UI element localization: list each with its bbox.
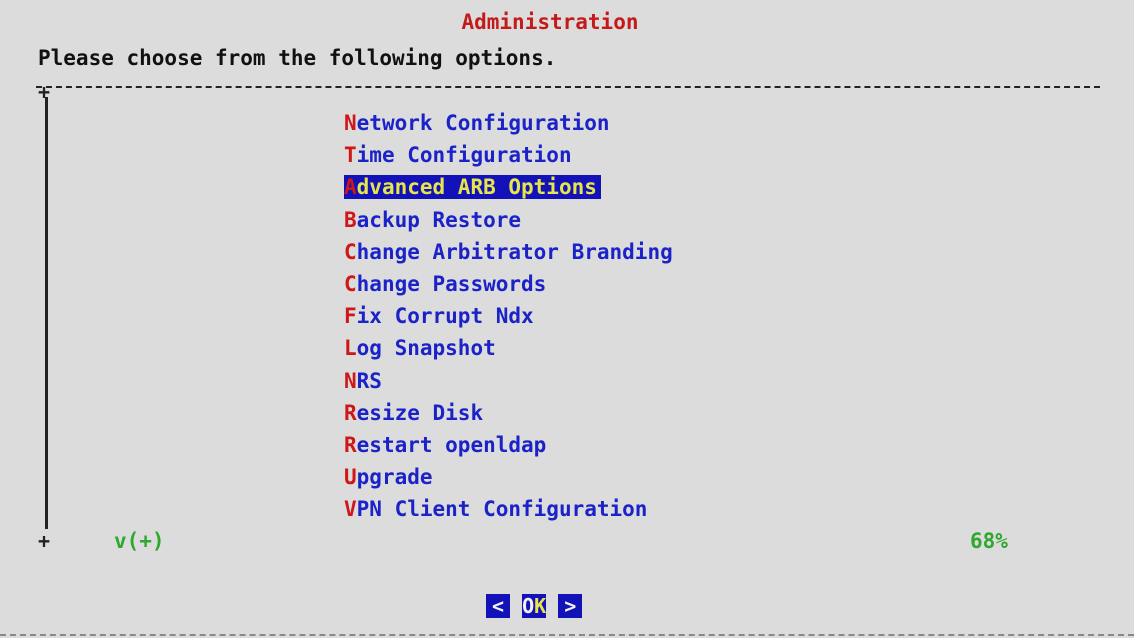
menu-item-hotkey: T xyxy=(344,143,357,168)
menu-item-label: Advanced ARB Options xyxy=(344,175,601,200)
ok-button[interactable]: < OK > xyxy=(486,593,583,619)
menu-item-hotkey: C xyxy=(344,239,357,264)
admin-dialog: Administration Please choose from the fo… xyxy=(0,0,1134,638)
dialog-bottom-border xyxy=(0,634,1134,636)
menu-frame-corner-bottom: + xyxy=(38,529,51,553)
menu-item-label: Restart openldap xyxy=(344,433,546,457)
menu-item-text: RS xyxy=(356,368,382,393)
menu-item-label: Log Snapshot xyxy=(344,336,496,360)
menu-item-text: og Snapshot xyxy=(356,336,496,361)
menu-item[interactable]: Upgrade xyxy=(344,461,673,493)
dialog-title: Administration xyxy=(461,10,639,34)
menu-item-hotkey: V xyxy=(344,497,357,522)
menu-item-hotkey: A xyxy=(344,175,357,200)
menu-item-hotkey: F xyxy=(344,304,357,329)
menu-item[interactable]: Fix Corrupt Ndx xyxy=(344,300,673,332)
menu-item-text: hange Arbitrator Branding xyxy=(356,239,673,264)
menu-item-label: Fix Corrupt Ndx xyxy=(344,304,534,328)
ok-button-label-o: O xyxy=(522,594,535,618)
options-menu: Network Configuration Time Configuration A… xyxy=(344,107,673,525)
menu-item-text: PN Client Configuration xyxy=(356,497,648,522)
menu-item[interactable]: Restart openldap xyxy=(344,429,673,461)
ok-button-right-bracket: > xyxy=(558,594,583,618)
menu-item-text: ix Corrupt Ndx xyxy=(356,304,534,329)
menu-item-hotkey: B xyxy=(344,207,357,232)
menu-item[interactable]: Backup Restore xyxy=(344,204,673,236)
menu-item-hotkey: N xyxy=(344,111,357,135)
menu-item-label: Time Configuration xyxy=(344,143,572,167)
menu-item-text: esize Disk xyxy=(356,400,484,425)
menu-item-text: pgrade xyxy=(356,465,433,490)
menu-item-text: estart openldap xyxy=(356,432,547,457)
menu-item[interactable]: Time Configuration xyxy=(344,139,673,171)
menu-frame-left-border xyxy=(45,97,48,529)
menu-item-text: hange Passwords xyxy=(356,271,547,296)
menu-item-label: Network Configuration xyxy=(344,111,610,135)
menu-item-text: ackup Restore xyxy=(356,207,522,232)
menu-item[interactable]: Network Configuration xyxy=(344,107,673,139)
menu-frame-top-border xyxy=(36,86,1100,88)
ok-button-label-k: K xyxy=(534,594,547,618)
menu-item-hotkey: N xyxy=(344,368,357,393)
menu-item-label: Backup Restore xyxy=(344,208,521,232)
menu-item-text: ime Configuration xyxy=(356,143,572,168)
ok-button-left-bracket: < xyxy=(486,594,511,618)
menu-item[interactable]: Log Snapshot xyxy=(344,332,673,364)
menu-item-text: dvanced ARB Options xyxy=(356,175,597,200)
menu-item[interactable]: Resize Disk xyxy=(344,397,673,429)
menu-item-label: NRS xyxy=(344,369,382,393)
menu-item-label: VPN Client Configuration xyxy=(344,497,647,521)
scroll-percent: 68% xyxy=(970,529,1008,553)
menu-item[interactable]: VPN Client Configuration xyxy=(344,493,673,525)
scroll-more-indicator: v(+) xyxy=(114,529,165,553)
menu-item-label: Change Passwords xyxy=(344,272,546,296)
menu-item-hotkey: C xyxy=(344,271,357,296)
menu-item-hotkey: U xyxy=(344,465,357,490)
menu-item-hotkey: R xyxy=(344,432,357,457)
dialog-prompt: Please choose from the following options… xyxy=(38,46,557,70)
menu-item[interactable]: Advanced ARB Options xyxy=(344,171,673,203)
menu-item-label: Change Arbitrator Branding xyxy=(344,240,673,264)
menu-item-label: Upgrade xyxy=(344,465,433,489)
menu-item-label: Resize Disk xyxy=(344,401,483,425)
menu-item[interactable]: NRS xyxy=(344,365,673,397)
menu-item[interactable]: Change Arbitrator Branding xyxy=(344,236,673,268)
menu-item[interactable]: Change Passwords xyxy=(344,268,673,300)
menu-item-hotkey: R xyxy=(344,400,357,425)
menu-item-text: etwork Configuration xyxy=(356,111,610,135)
menu-item-hotkey: L xyxy=(344,336,357,361)
